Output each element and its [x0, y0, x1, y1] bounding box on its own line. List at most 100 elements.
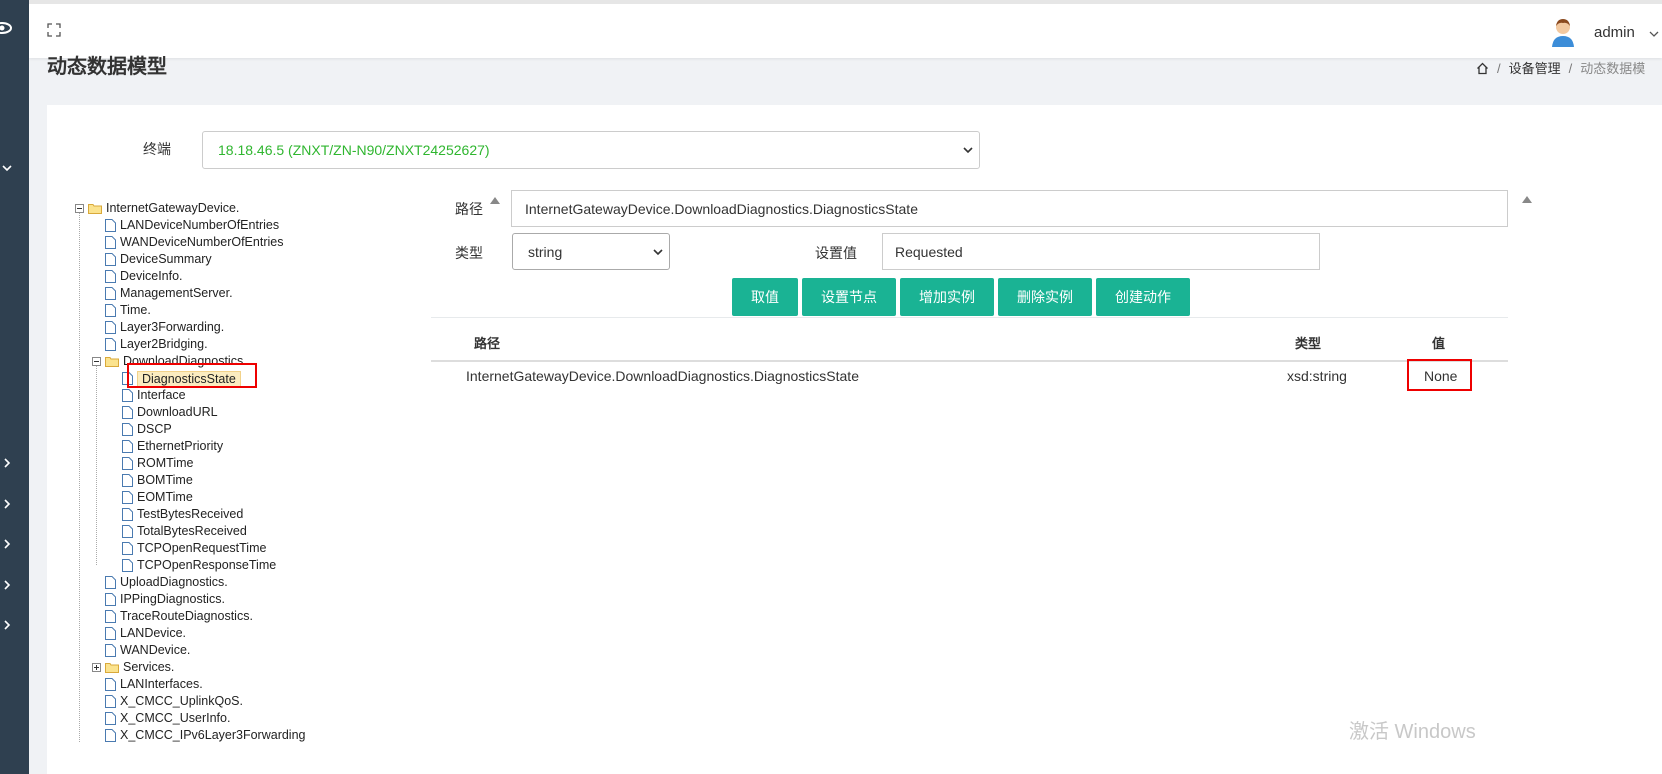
tree-node[interactable]: TotalBytesReceived — [122, 523, 247, 540]
tree-node[interactable]: DSCP — [122, 421, 172, 438]
home-icon[interactable] — [1476, 62, 1489, 75]
fullscreen-icon[interactable] — [47, 23, 61, 37]
tree-node[interactable]: WANDevice. — [105, 642, 190, 659]
tree-node-label[interactable]: EthernetPriority — [137, 438, 223, 455]
tree-node-label[interactable]: DSCP — [137, 421, 172, 438]
tree-node[interactable]: BOMTime — [122, 472, 193, 489]
tree-node[interactable]: TCPOpenResponseTime — [122, 557, 276, 574]
terminal-selected-value: 18.18.46.5 (ZNXT/ZN-N90/ZNXT24252627) — [218, 142, 490, 158]
tree-node-root[interactable]: InternetGatewayDevice. — [75, 200, 239, 217]
chevron-down-icon — [963, 147, 973, 154]
scroll-up-icon[interactable] — [1522, 196, 1532, 203]
document-icon — [105, 338, 116, 351]
tree-node[interactable]: ManagementServer. — [105, 285, 233, 302]
delete-instance-button[interactable]: 删除实例 — [998, 278, 1092, 316]
document-icon — [122, 440, 133, 453]
tree-node[interactable]: Interface — [122, 387, 186, 404]
collapse-icon[interactable] — [75, 204, 84, 213]
tree-node[interactable]: Time. — [105, 302, 151, 319]
chevron-down-icon[interactable] — [1, 162, 13, 174]
eye-icon[interactable] — [0, 22, 12, 34]
username[interactable]: admin — [1594, 24, 1635, 41]
tree-node-label[interactable]: Time. — [120, 302, 151, 319]
tree-node-label[interactable]: InternetGatewayDevice. — [106, 200, 239, 217]
chevron-right-icon[interactable] — [1, 457, 13, 469]
tree-node[interactable]: DeviceSummary — [105, 251, 212, 268]
type-label: 类型 — [455, 245, 483, 261]
tree-node[interactable]: X_CMCC_UserInfo. — [105, 710, 230, 727]
tree-node-label[interactable]: Services. — [123, 659, 174, 676]
tree-node-label[interactable]: IPPingDiagnostics. — [120, 591, 225, 608]
chevron-right-icon[interactable] — [1, 579, 13, 591]
tree-node[interactable]: UploadDiagnostics. — [105, 574, 228, 591]
tree-node-label[interactable]: TotalBytesReceived — [137, 523, 247, 540]
tree-node[interactable]: DownloadURL — [122, 404, 218, 421]
tree-node-label[interactable]: TCPOpenResponseTime — [137, 557, 276, 574]
tree-node[interactable]: DeviceInfo. — [105, 268, 183, 285]
tree-node-label[interactable]: LANDeviceNumberOfEntries — [120, 217, 279, 234]
tree-node-label[interactable]: X_CMCC_UplinkQoS. — [120, 693, 243, 710]
tree-node-label[interactable]: DownloadURL — [137, 404, 218, 421]
tree-node[interactable]: X_CMCC_UplinkQoS. — [105, 693, 243, 710]
tree-node-label[interactable]: ManagementServer. — [120, 285, 233, 302]
chevron-down-icon[interactable] — [1649, 30, 1659, 38]
tree-node-label[interactable]: ROMTime — [137, 455, 193, 472]
path-input[interactable]: InternetGatewayDevice.DownloadDiagnostic… — [511, 190, 1508, 227]
tree-node[interactable]: LANDevice. — [105, 625, 186, 642]
chevron-right-icon[interactable] — [1, 498, 13, 510]
tree-node[interactable]: X_CMCC_IPv6Layer3Forwarding — [105, 727, 306, 744]
document-icon — [122, 389, 133, 402]
tree-node-label[interactable]: WANDevice. — [120, 642, 190, 659]
create-action-button[interactable]: 创建动作 — [1096, 278, 1190, 316]
tree-node[interactable]: TraceRouteDiagnostics. — [105, 608, 253, 625]
tree-node-label[interactable]: LANDevice. — [120, 625, 186, 642]
add-instance-button[interactable]: 增加实例 — [900, 278, 994, 316]
tree-node-label[interactable]: TraceRouteDiagnostics. — [120, 608, 253, 625]
avatar[interactable] — [1550, 17, 1576, 47]
highlight-box — [127, 363, 257, 388]
chevron-right-icon[interactable] — [1, 538, 13, 550]
tree-node-label[interactable]: WANDeviceNumberOfEntries — [120, 234, 283, 251]
get-value-button[interactable]: 取值 — [732, 278, 798, 316]
tree-node-label[interactable]: UploadDiagnostics. — [120, 574, 228, 591]
tree-node-label[interactable]: LANInterfaces. — [120, 676, 203, 693]
cell-path: InternetGatewayDevice.DownloadDiagnostic… — [466, 368, 859, 384]
tree-node[interactable]: EthernetPriority — [122, 438, 223, 455]
document-icon — [105, 219, 116, 232]
breadcrumb-device-management[interactable]: 设备管理 — [1509, 61, 1561, 76]
terminal-select[interactable]: 18.18.46.5 (ZNXT/ZN-N90/ZNXT24252627) — [202, 131, 980, 169]
tree-node-label[interactable]: X_CMCC_IPv6Layer3Forwarding — [120, 727, 306, 744]
tree-node-label[interactable]: DeviceSummary — [120, 251, 212, 268]
chevron-right-icon[interactable] — [1, 619, 13, 631]
table-header-border — [431, 360, 1508, 362]
tree-node-label[interactable]: TCPOpenRequestTime — [137, 540, 266, 557]
document-icon — [105, 712, 116, 725]
collapse-icon[interactable] — [92, 357, 101, 366]
set-node-button[interactable]: 设置节点 — [802, 278, 896, 316]
tree-node-label[interactable]: X_CMCC_UserInfo. — [120, 710, 230, 727]
tree-node-label[interactable]: BOMTime — [137, 472, 193, 489]
tree-node-label[interactable]: Interface — [137, 387, 186, 404]
tree-node-label[interactable]: EOMTime — [137, 489, 193, 506]
tree-node[interactable]: TCPOpenRequestTime — [122, 540, 266, 557]
type-select[interactable]: string — [512, 233, 670, 270]
tree-node[interactable]: IPPingDiagnostics. — [105, 591, 225, 608]
tree-node[interactable]: Layer3Forwarding. — [105, 319, 224, 336]
expand-icon[interactable] — [92, 663, 101, 672]
tree-node[interactable]: LANDeviceNumberOfEntries — [105, 217, 279, 234]
scroll-up-icon[interactable] — [490, 197, 500, 204]
tree-node[interactable]: Layer2Bridging. — [105, 336, 208, 353]
tree-node-label[interactable]: DeviceInfo. — [120, 268, 183, 285]
tree-node-label[interactable]: Layer3Forwarding. — [120, 319, 224, 336]
tree-node-label[interactable]: Layer2Bridging. — [120, 336, 208, 353]
column-header-type: 类型 — [1295, 336, 1322, 351]
tree-node[interactable]: EOMTime — [122, 489, 193, 506]
set-value-input[interactable]: Requested — [882, 233, 1320, 270]
tree-node-label[interactable]: TestBytesReceived — [137, 506, 243, 523]
document-icon — [105, 678, 116, 691]
tree-node[interactable]: ROMTime — [122, 455, 193, 472]
tree-node[interactable]: TestBytesReceived — [122, 506, 243, 523]
tree-node[interactable]: LANInterfaces. — [105, 676, 203, 693]
tree-node-services[interactable]: Services. — [92, 659, 174, 676]
tree-node[interactable]: WANDeviceNumberOfEntries — [105, 234, 283, 251]
